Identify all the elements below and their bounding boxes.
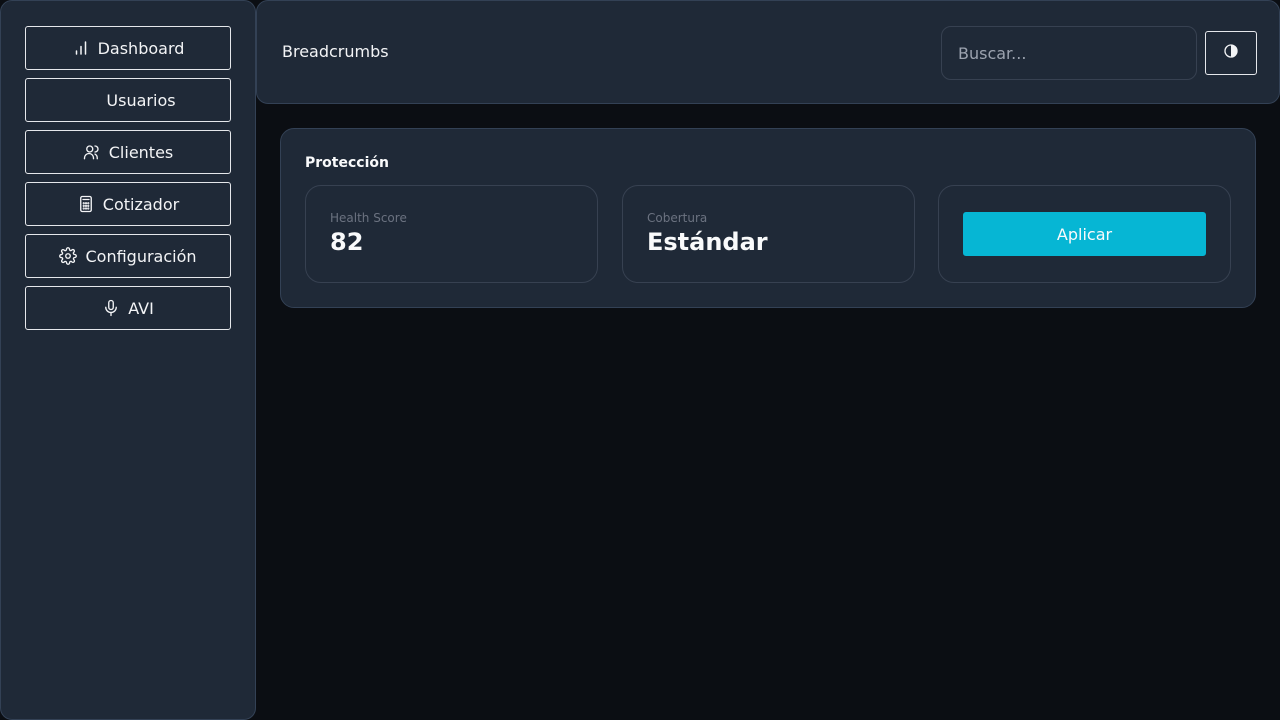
apply-tile: Aplicar [938, 185, 1231, 283]
cobertura-tile: Cobertura Estándar [622, 185, 915, 283]
card-title: Protección [305, 155, 389, 171]
gear-icon [59, 247, 78, 265]
bar-chart-icon [72, 39, 90, 57]
sidebar-item-label: Clientes [108, 142, 174, 162]
sidebar-item-configuracion[interactable]: Configuración [25, 234, 231, 278]
contrast-icon [1223, 43, 1239, 63]
sidebar-item-label: Usuarios [106, 90, 176, 110]
sidebar-item-label: Dashboard [97, 38, 185, 58]
apply-button[interactable]: Aplicar [963, 212, 1206, 256]
proteccion-card: Protección Health Score 82 Cobertura Est… [280, 128, 1256, 308]
breadcrumb: Breadcrumbs [282, 42, 389, 61]
sidebar: Dashboard Usuarios Clientes Cotizador Co… [0, 0, 256, 720]
tile-value: Estándar [647, 228, 768, 256]
microphone-icon [102, 299, 120, 317]
sidebar-item-cotizador[interactable]: Cotizador [25, 182, 231, 226]
health-score-tile: Health Score 82 [305, 185, 598, 283]
blank-icon [80, 91, 98, 109]
sidebar-item-dashboard[interactable]: Dashboard [25, 26, 231, 70]
users-icon [83, 143, 101, 161]
search-input[interactable] [941, 26, 1197, 80]
sidebar-item-label: AVI [128, 298, 154, 318]
tile-label: Health Score [330, 211, 407, 225]
sidebar-item-avi[interactable]: AVI [25, 286, 231, 330]
tile-label: Cobertura [647, 211, 708, 225]
sidebar-item-clientes[interactable]: Clientes [25, 130, 231, 174]
theme-toggle-button[interactable] [1205, 31, 1257, 75]
tile-value: 82 [330, 228, 364, 256]
sidebar-item-usuarios[interactable]: Usuarios [25, 78, 231, 122]
calculator-icon [77, 195, 95, 213]
top-header: Breadcrumbs [256, 0, 1280, 104]
sidebar-item-label: Configuración [85, 246, 197, 266]
sidebar-item-label: Cotizador [102, 194, 180, 214]
